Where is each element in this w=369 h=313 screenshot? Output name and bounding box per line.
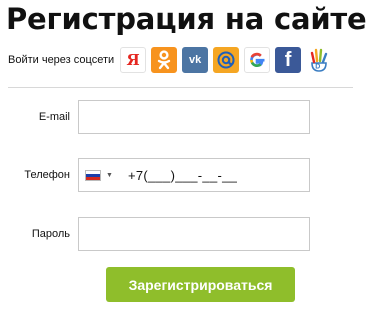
email-field[interactable] (78, 100, 310, 134)
register-button[interactable]: Зарегистрироваться (106, 267, 295, 302)
dnevnik-icon: D (310, 48, 328, 72)
google-login-button[interactable] (244, 47, 271, 73)
page-title: Регистрация на сайте (6, 2, 367, 36)
svg-text:D: D (315, 64, 320, 71)
social-login-label: Войти через соцсети (8, 54, 115, 66)
password-field[interactable] (78, 217, 310, 251)
russia-flag-icon[interactable] (85, 169, 101, 181)
yandex-login-button[interactable]: Я (120, 47, 147, 73)
dnevnik-login-button[interactable]: D (306, 47, 333, 73)
password-label: Пароль (31, 228, 70, 240)
odnoklassniki-login-button[interactable] (151, 47, 178, 73)
email-label: E-mail (38, 111, 70, 123)
phone-label: Телефон (24, 169, 70, 181)
mail-ru-icon (217, 51, 235, 69)
facebook-login-button[interactable]: f (275, 47, 302, 73)
phone-row: Телефон ▼ +7(___)___-__-__ (0, 158, 369, 192)
odnoklassniki-icon (157, 50, 171, 70)
yandex-icon: Я (126, 51, 140, 69)
vkontakte-icon: vk (189, 54, 202, 66)
phone-field[interactable]: ▼ +7(___)___-__-__ (78, 158, 310, 192)
email-row: E-mail (0, 100, 369, 134)
social-login-row: Войти через соцсети Я vk f D (8, 44, 363, 76)
section-divider (8, 87, 353, 88)
google-icon (250, 52, 265, 67)
phone-mask-value: +7(___)___-__-__ (127, 167, 238, 183)
country-dropdown-icon[interactable]: ▼ (106, 172, 113, 179)
facebook-icon: f (284, 49, 292, 71)
vkontakte-login-button[interactable]: vk (182, 47, 209, 73)
mail-ru-login-button[interactable] (213, 47, 240, 73)
password-row: Пароль (0, 217, 369, 251)
